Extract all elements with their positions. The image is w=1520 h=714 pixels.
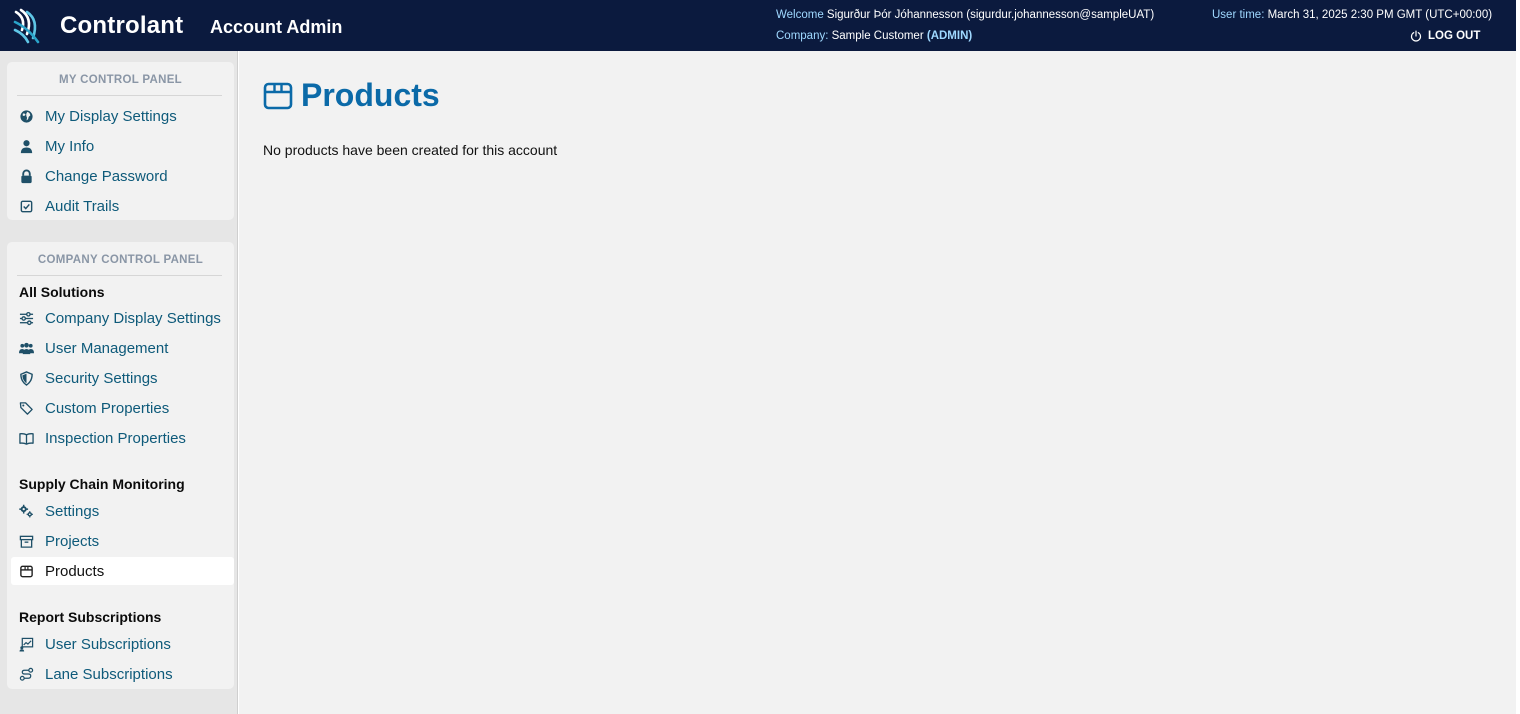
sidebar-item-settings[interactable]: Settings <box>11 497 234 525</box>
route-icon <box>18 666 34 682</box>
company-info: Company: Sample Customer (ADMIN) <box>776 30 972 42</box>
box-icon <box>263 82 293 109</box>
welcome-label: Welcome <box>776 9 824 21</box>
sidebar-item-audit-trails[interactable]: Audit Trails <box>11 192 234 220</box>
company-role: (ADMIN) <box>926 30 973 42</box>
checkbox-icon <box>18 198 34 214</box>
company-panel-title: COMPANY CONTROL PANEL <box>37 254 204 266</box>
gears-icon <box>18 503 34 519</box>
user-time: User time: March 31, 2025 2:30 PM GMT (U… <box>1212 9 1492 21</box>
my-control-panel: MY CONTROL PANEL My Display Settings My … <box>7 62 234 220</box>
controlant-logo-icon[interactable] <box>12 8 48 44</box>
sidebar-item-user-management[interactable]: User Management <box>11 334 234 362</box>
archive-icon <box>18 533 34 549</box>
sidebar-item-projects[interactable]: Projects <box>11 527 234 555</box>
chart-icon <box>18 636 34 652</box>
sidebar-item-security-settings[interactable]: Security Settings <box>11 364 234 392</box>
company-label: Company: <box>776 30 829 42</box>
app-title: Account Admin <box>210 17 343 37</box>
sidebar-item-label: Inspection Properties <box>45 429 186 447</box>
window-edge <box>1516 0 1520 714</box>
sidebar: MY CONTROL PANEL My Display Settings My … <box>0 51 238 714</box>
panel-divider <box>17 95 222 96</box>
sidebar-item-label: User Subscriptions <box>45 635 171 653</box>
logout-label: LOG OUT <box>1428 30 1481 42</box>
logout-button[interactable]: LOG OUT <box>1410 30 1480 42</box>
page-title-text: Products <box>301 77 440 113</box>
sidebar-item-user-subscriptions[interactable]: User Subscriptions <box>11 630 234 658</box>
sidebar-item-label: User Management <box>45 339 169 357</box>
main-content: Products No products have been created f… <box>239 51 1516 714</box>
sidebar-item-change-password[interactable]: Change Password <box>11 162 234 190</box>
sidebar-item-label: Custom Properties <box>45 399 170 417</box>
sidebar-item-custom-properties[interactable]: Custom Properties <box>11 394 234 422</box>
sidebar-item-label: Change Password <box>45 167 168 185</box>
sidebar-item-label: Security Settings <box>45 369 158 387</box>
box-icon <box>18 563 34 579</box>
globe-icon <box>18 108 34 124</box>
my-panel-title: MY CONTROL PANEL <box>58 74 182 86</box>
sidebar-item-label: Projects <box>45 532 100 550</box>
sidebar-item-label: Lane Subscriptions <box>45 665 173 683</box>
sidebar-item-inspection-properties[interactable]: Inspection Properties <box>11 424 234 452</box>
users-icon <box>18 340 34 356</box>
top-header: Controlant Account Admin Welcome Sigurðu… <box>0 0 1516 51</box>
sliders-icon <box>18 310 34 326</box>
page-title: Products <box>263 77 440 114</box>
brand-name[interactable]: Controlant <box>60 12 183 40</box>
sidebar-item-label: My Info <box>45 137 95 155</box>
tags-icon <box>18 400 34 416</box>
power-icon <box>1410 30 1422 42</box>
sidebar-item-lane-subscriptions[interactable]: Lane Subscriptions <box>11 660 234 688</box>
sidebar-item-products[interactable]: Products <box>11 557 234 585</box>
sidebar-item-label: Audit Trails <box>45 197 120 215</box>
company-name: Sample Customer <box>828 30 927 42</box>
sidebar-item-label: My Display Settings <box>45 107 177 125</box>
lock-icon <box>18 168 34 184</box>
welcome-info: Welcome Sigurður Þór Jóhannesson (sigurd… <box>776 9 1154 21</box>
sidebar-item-my-info[interactable]: My Info <box>11 132 234 160</box>
section-title-all-solutions: All Solutions <box>19 284 105 300</box>
user-time-value: March 31, 2025 2:30 PM GMT (UTC+00:00) <box>1264 9 1493 21</box>
empty-state-message: No products have been created for this a… <box>263 142 558 158</box>
panel-divider <box>17 275 222 276</box>
company-control-panel: COMPANY CONTROL PANEL All Solutions Comp… <box>7 242 234 689</box>
shield-icon <box>18 370 34 386</box>
sidebar-item-label: Products <box>45 562 105 580</box>
section-title-report-subscriptions: Report Subscriptions <box>19 609 162 625</box>
book-icon <box>18 430 34 446</box>
user-time-label: User time: <box>1212 9 1265 21</box>
sidebar-item-label: Settings <box>45 502 100 520</box>
welcome-user: Sigurður Þór Jóhannesson (sigurdur.johan… <box>823 9 1155 21</box>
user-icon <box>18 138 34 154</box>
sidebar-item-label: Company Display Settings <box>45 309 221 327</box>
sidebar-item-company-display-settings[interactable]: Company Display Settings <box>11 304 234 332</box>
section-title-supply-chain-monitoring: Supply Chain Monitoring <box>19 476 185 492</box>
sidebar-item-my-display-settings[interactable]: My Display Settings <box>11 102 234 130</box>
